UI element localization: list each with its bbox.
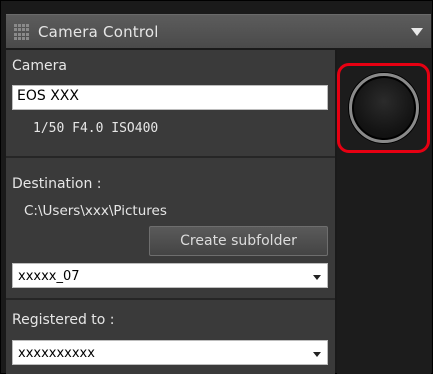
destination-path: C:\Users\xxx\Pictures xyxy=(24,203,167,219)
destination-label: Destination : xyxy=(12,176,102,192)
grip-icon[interactable] xyxy=(14,24,30,40)
subfolder-select-value: xxxxx_07 xyxy=(18,269,80,284)
chevron-down-icon xyxy=(313,275,321,280)
subfolder-select[interactable]: xxxxx_07 xyxy=(12,263,328,288)
panel-title-bar[interactable]: Camera Control xyxy=(6,14,431,48)
settings-panel: Camera EOS XXX 1/50 F4.0 ISO400 Destinat… xyxy=(6,50,335,374)
create-subfolder-button[interactable]: Create subfolder xyxy=(149,226,328,256)
registered-select-value: xxxxxxxxxx xyxy=(18,346,95,361)
shutter-highlight-frame xyxy=(337,63,430,153)
registered-label: Registered to : xyxy=(12,312,115,328)
registered-select[interactable]: xxxxxxxxxx xyxy=(12,340,328,365)
section-divider xyxy=(6,156,335,158)
collapse-arrow-icon[interactable] xyxy=(411,28,423,36)
camera-label: Camera xyxy=(12,58,67,74)
chevron-down-icon xyxy=(313,352,321,357)
camera-name-field[interactable]: EOS XXX xyxy=(12,85,328,110)
camera-settings-readout: 1/50 F4.0 ISO400 xyxy=(33,121,159,136)
section-divider xyxy=(6,298,335,300)
panel-title: Camera Control xyxy=(38,23,159,41)
